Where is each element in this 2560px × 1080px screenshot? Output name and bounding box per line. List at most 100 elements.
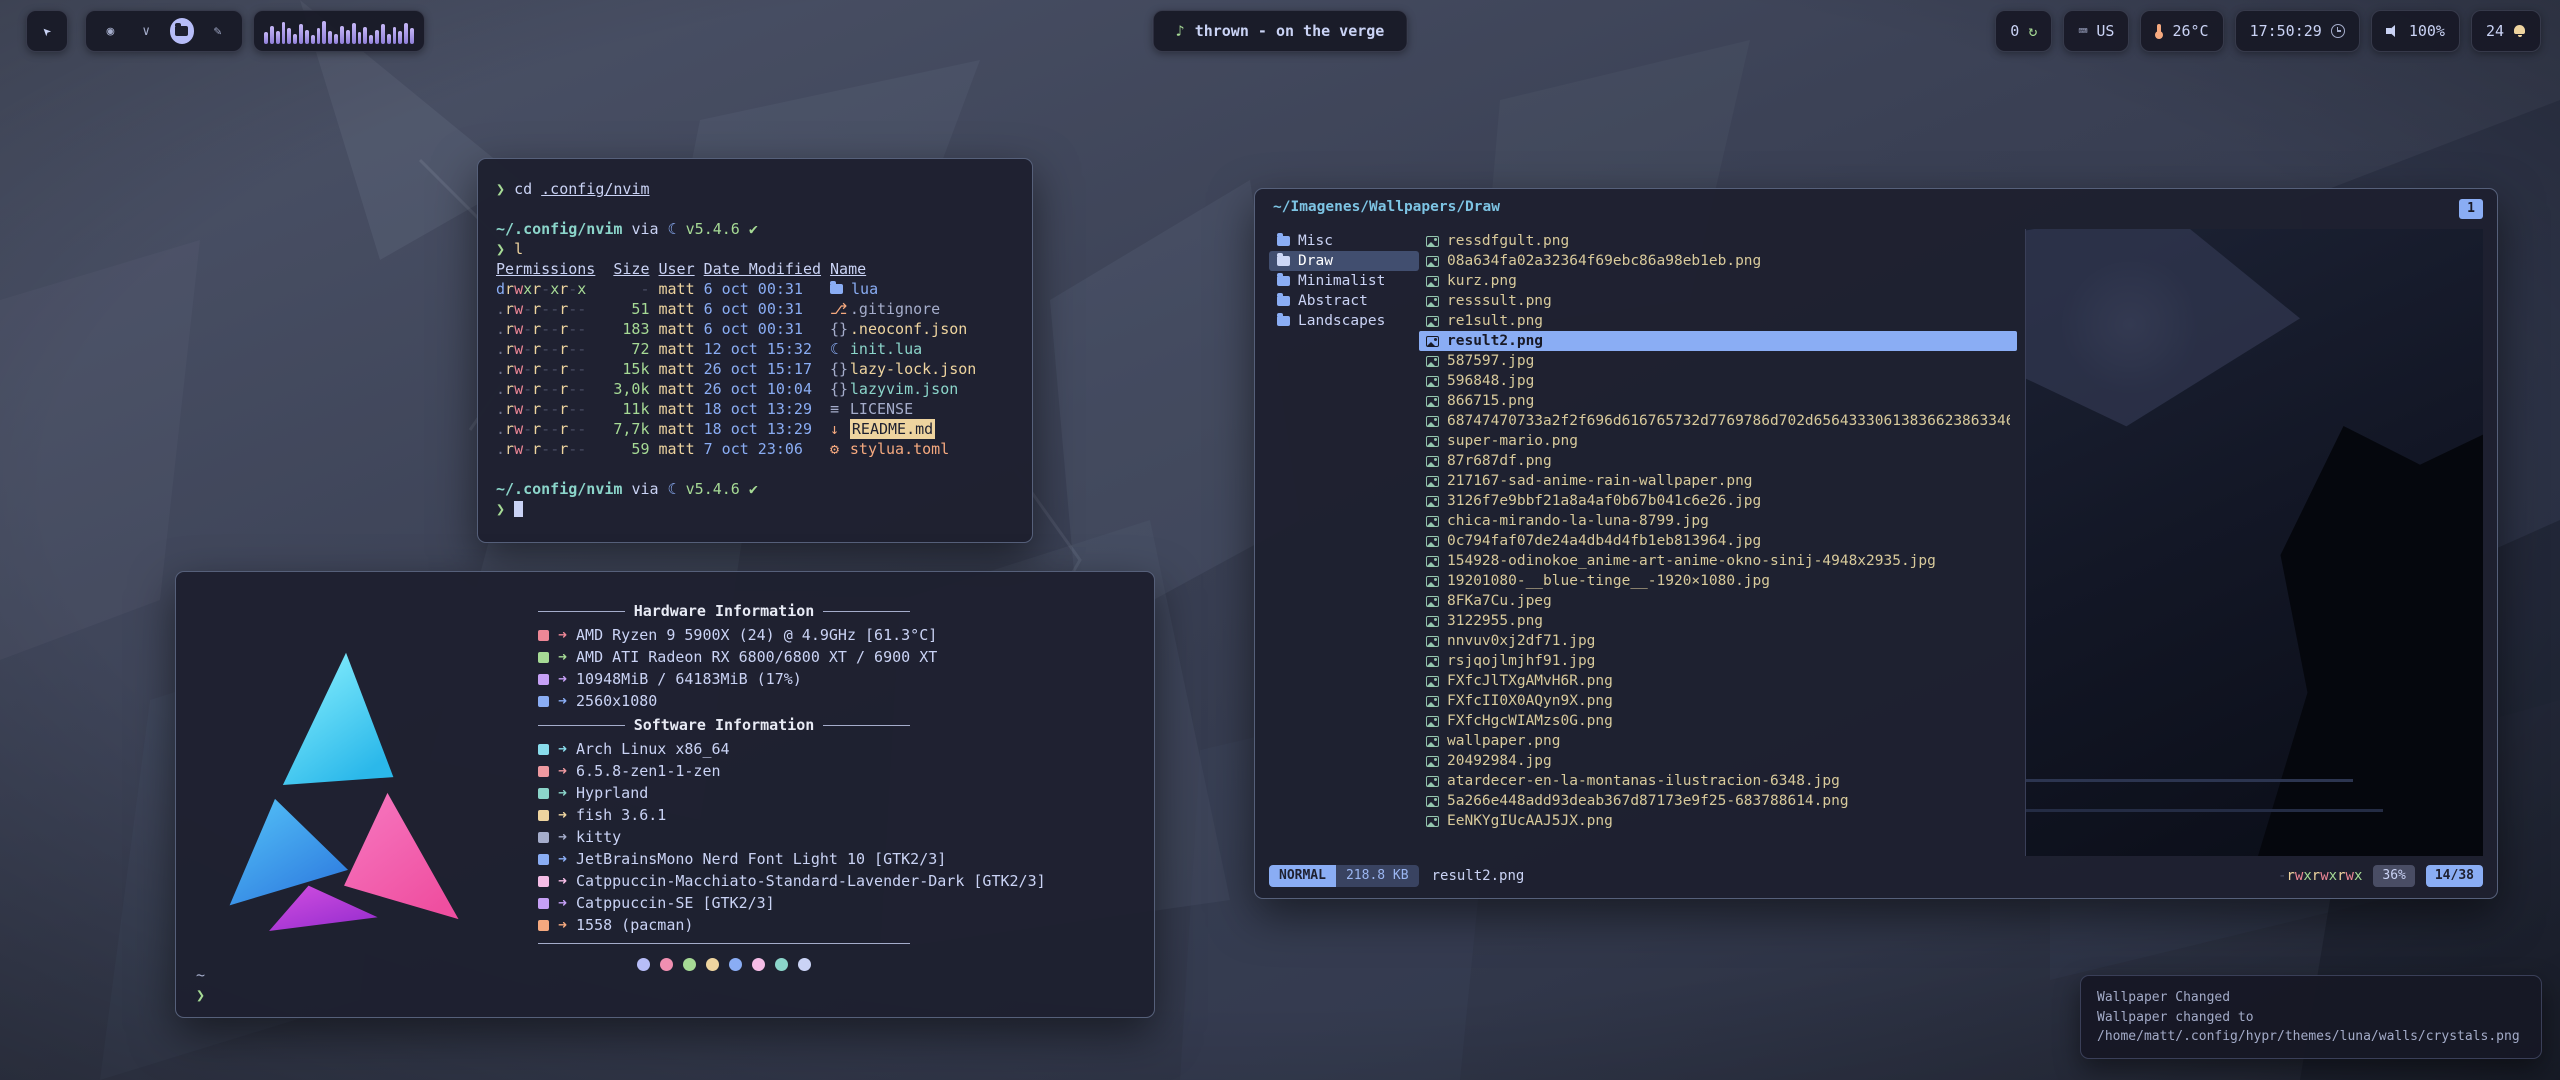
- fetch-prompt[interactable]: ~ ❯: [196, 965, 205, 1005]
- file-row[interactable]: wallpaper.png: [1419, 731, 2017, 751]
- visualizer-bar: [387, 34, 391, 44]
- user-cell: matt: [659, 319, 695, 339]
- workspace-button-4[interactable]: ✎: [205, 18, 230, 44]
- file-row[interactable]: 217167-sad-anime-rain-wallpaper.png: [1419, 471, 2017, 491]
- file-type-icon: ↓: [830, 419, 850, 439]
- file-row[interactable]: 154928-odinokoe_anime-art-anime-okno-sin…: [1419, 551, 2017, 571]
- notification-count: 24: [2486, 22, 2504, 40]
- file-row[interactable]: ressdfgult.png: [1419, 231, 2017, 251]
- file-row[interactable]: 8FKa7Cu.jpeg: [1419, 591, 2017, 611]
- file-row[interactable]: atardecer-en-la-montanas-ilustracion-634…: [1419, 771, 2017, 791]
- file-name: lazyvim.json: [850, 379, 958, 399]
- file-name: rsjqojlmjhf91.jpg: [1447, 653, 1595, 669]
- file-row[interactable]: 596848.jpg: [1419, 371, 2017, 391]
- notifications-module[interactable]: 24: [2471, 10, 2541, 52]
- launcher-button[interactable]: ➤: [26, 10, 68, 52]
- file-name: 8FKa7Cu.jpeg: [1447, 593, 1552, 609]
- image-file-icon: [1426, 756, 1439, 767]
- listing-header-row: PermissionsSizeUserDate ModifiedName: [496, 259, 1014, 279]
- sidebar-folder-landscapes[interactable]: Landscapes: [1269, 311, 1419, 331]
- file-row[interactable]: 08a634fa02a32364f69ebc86a98eb1eb.png: [1419, 251, 2017, 271]
- active-prompt-line[interactable]: ❯: [496, 499, 1014, 519]
- file-row[interactable]: resssult.png: [1419, 291, 2017, 311]
- size-cell: 183: [604, 319, 649, 339]
- status-bar: NORMAL 218.8 KB result2.png -rwxrwxrwx 3…: [1269, 864, 2483, 888]
- clock-module[interactable]: 17:50:29: [2235, 10, 2360, 52]
- file-row[interactable]: EeNKYgIUcAAJ5JX.png: [1419, 811, 2017, 831]
- scroll-percent-badge: 36%: [2373, 865, 2414, 887]
- permissions-cell: .rw-r--r--: [496, 319, 595, 339]
- keyboard-layout-module[interactable]: ⌨ US: [2063, 10, 2129, 52]
- terminal-icon: [538, 832, 549, 843]
- palette-dot-8: [798, 958, 811, 971]
- system-tray: 0 ↻ ⌨ US 26°C 17:50:29 100% 24: [1995, 0, 2541, 52]
- file-row[interactable]: FXfcJlTXgAMvH6R.png: [1419, 671, 2017, 691]
- file-row[interactable]: 866715.png: [1419, 391, 2017, 411]
- sidebar-folder-draw[interactable]: Draw: [1269, 251, 1419, 271]
- sidebar-folder-minimalist[interactable]: Minimalist: [1269, 271, 1419, 291]
- notification-popup[interactable]: Wallpaper Changed Wallpaper changed to /…: [2080, 975, 2542, 1059]
- arrow-icon: ➜: [558, 850, 567, 868]
- file-row[interactable]: FXfcHgcWIAMzs0G.png: [1419, 711, 2017, 731]
- workspace-button-2[interactable]: ∨: [134, 18, 159, 44]
- file-manager-body: MiscDrawMinimalistAbstractLandscapes res…: [1269, 229, 2483, 856]
- file-row[interactable]: nnvuv0xj2df71.jpg: [1419, 631, 2017, 651]
- clock-time: 17:50:29: [2250, 22, 2322, 40]
- file-row[interactable]: 20492984.jpg: [1419, 751, 2017, 771]
- file-row[interactable]: 0c794faf07de24a4db4d4fb1eb813964.jpg: [1419, 531, 2017, 551]
- arrow-icon: ➜: [558, 916, 567, 934]
- size-cell: 15k: [604, 359, 649, 379]
- file-row[interactable]: FXfcII0X0AQyn9X.png: [1419, 691, 2017, 711]
- prompt-status-line: ~/.config/nvim via ☾ v5.4.6 ✔: [496, 219, 1014, 239]
- music-widget[interactable]: ♪ thrown - on the verge: [1153, 10, 1408, 52]
- date-cell: 18 oct 13:29: [704, 419, 821, 439]
- visualizer-bar: [346, 30, 350, 44]
- permissions-cell: .rw-r--r--: [496, 299, 595, 319]
- file-row[interactable]: 587597.jpg: [1419, 351, 2017, 371]
- file-row[interactable]: 3126f7e9bbf21a8a4af0b67b041c6e26.jpg: [1419, 491, 2017, 511]
- status-filename: result2.png: [1432, 868, 1525, 884]
- info-line: ➜AMD Ryzen 9 5900X (24) @ 4.9GHz [61.3°C…: [538, 624, 1130, 646]
- visualizer-bar: [276, 31, 280, 44]
- info-line: ➜AMD ATI Radeon RX 6800/6800 XT / 6900 X…: [538, 646, 1130, 668]
- visualizer-bar: [363, 27, 367, 44]
- file-row[interactable]: result2.png: [1419, 331, 2017, 351]
- file-row[interactable]: 68747470733a2f2f696d616765732d7769786d70…: [1419, 411, 2017, 431]
- file-name: super-mario.png: [1447, 433, 1578, 449]
- weather-module[interactable]: 26°C: [2140, 10, 2223, 52]
- file-permissions: -rwxrwxrwx: [2278, 868, 2362, 884]
- file-name: 3122955.png: [1447, 613, 1543, 629]
- music-title: thrown - on the verge: [1195, 22, 1385, 40]
- file-row[interactable]: 5a266e448add93deab367d87173e9f25-6837886…: [1419, 791, 2017, 811]
- file-row[interactable]: re1sult.png: [1419, 311, 2017, 331]
- temperature-value: 26°C: [2172, 22, 2208, 40]
- workspace-button-3[interactable]: [170, 18, 195, 44]
- volume-module[interactable]: 100%: [2371, 10, 2460, 52]
- updates-module[interactable]: 0 ↻: [1995, 10, 2052, 52]
- file-row[interactable]: 3122955.png: [1419, 611, 2017, 631]
- user-cell: matt: [659, 279, 695, 299]
- folder-icon: [175, 26, 188, 36]
- terminal-window-nvim[interactable]: ❯ cd .config/nvim ~/.config/nvim via ☾ v…: [477, 158, 1033, 543]
- file-row[interactable]: chica-mirando-la-luna-8799.jpg: [1419, 511, 2017, 531]
- file-row[interactable]: 19201080-__blue-tinge__-1920×1080.jpg: [1419, 571, 2017, 591]
- date-cell: 6 oct 00:31: [704, 279, 821, 299]
- file-row[interactable]: rsjqojlmjhf91.jpg: [1419, 651, 2017, 671]
- info-line: ➜10948MiB / 64183MiB (17%): [538, 668, 1130, 690]
- visualizer-bar: [299, 24, 303, 44]
- workspace-button-1[interactable]: ◉: [98, 18, 123, 44]
- music-note-icon: ♪: [1176, 22, 1185, 40]
- preview-railing: [2026, 779, 2353, 782]
- visualizer-bar: [340, 26, 344, 44]
- sidebar-folder-misc[interactable]: Misc: [1269, 231, 1419, 251]
- file-row[interactable]: super-mario.png: [1419, 431, 2017, 451]
- arrow-icon: ➜: [558, 828, 567, 846]
- sidebar-folder-abstract[interactable]: Abstract: [1269, 291, 1419, 311]
- date-cell: 6 oct 00:31: [704, 299, 821, 319]
- tab-indicator[interactable]: 1: [2459, 199, 2483, 219]
- file-manager-window[interactable]: ~/Imagenes/Wallpapers/Draw 1 MiscDrawMin…: [1254, 188, 2498, 899]
- terminal-window-fetch[interactable]: Hardware Information ➜AMD Ryzen 9 5900X …: [175, 571, 1155, 1018]
- file-row[interactable]: kurz.png: [1419, 271, 2017, 291]
- visualizer-bar: [398, 31, 402, 44]
- file-row[interactable]: 87r687df.png: [1419, 451, 2017, 471]
